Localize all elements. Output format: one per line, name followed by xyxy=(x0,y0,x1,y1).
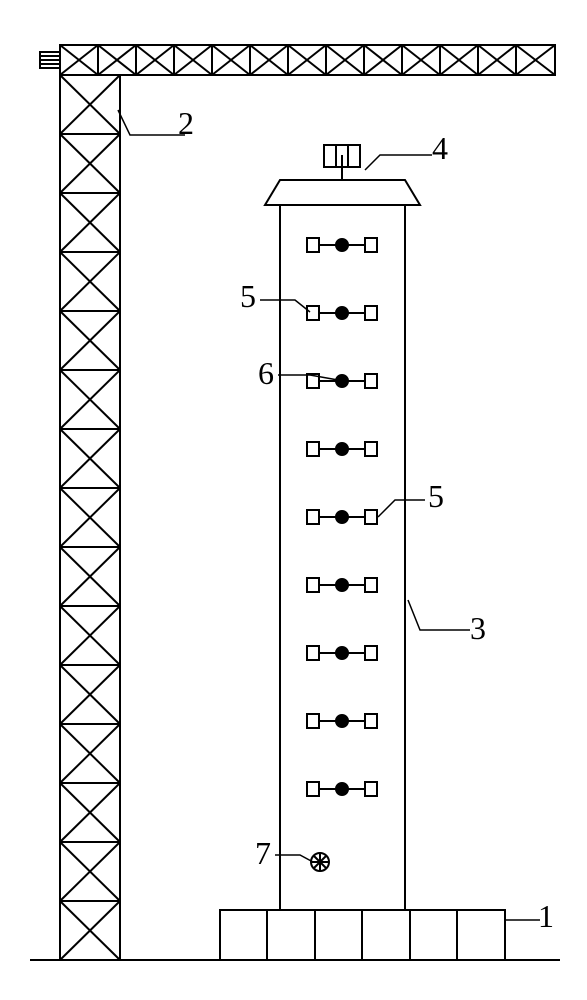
sensor-row xyxy=(307,442,377,456)
label-sensor-left: 5 xyxy=(240,278,256,315)
crane-bracing xyxy=(60,75,120,960)
sensor-row xyxy=(307,782,377,796)
sensor-row xyxy=(307,510,377,524)
leader-3 xyxy=(408,600,470,630)
technical-diagram xyxy=(0,0,587,1000)
top-device xyxy=(324,145,360,180)
sensor-row xyxy=(307,306,377,320)
leader-2 xyxy=(118,110,185,135)
leader-4 xyxy=(365,155,432,170)
leader-5a xyxy=(260,300,310,312)
sensor-row xyxy=(307,578,377,592)
label-crane: 2 xyxy=(178,105,194,142)
label-sensor-right: 5 xyxy=(428,478,444,515)
sensor-row xyxy=(307,646,377,660)
leader-5b xyxy=(378,500,425,517)
crane-tower xyxy=(60,75,120,960)
column-cap xyxy=(265,180,420,205)
label-bottom-item: 7 xyxy=(255,835,271,872)
label-top-device: 4 xyxy=(432,130,448,167)
base-platform xyxy=(220,910,505,960)
crane-jib xyxy=(40,45,555,75)
leader-lines xyxy=(118,110,540,958)
bottom-item xyxy=(311,853,329,871)
sensor-row xyxy=(307,238,377,252)
label-column: 3 xyxy=(470,610,486,647)
sensor-array xyxy=(307,238,377,796)
leader-1 xyxy=(505,920,540,958)
label-base: 1 xyxy=(538,898,554,935)
label-sensor-mid: 6 xyxy=(258,355,274,392)
jib-bracing xyxy=(60,45,555,75)
sensor-row xyxy=(307,714,377,728)
